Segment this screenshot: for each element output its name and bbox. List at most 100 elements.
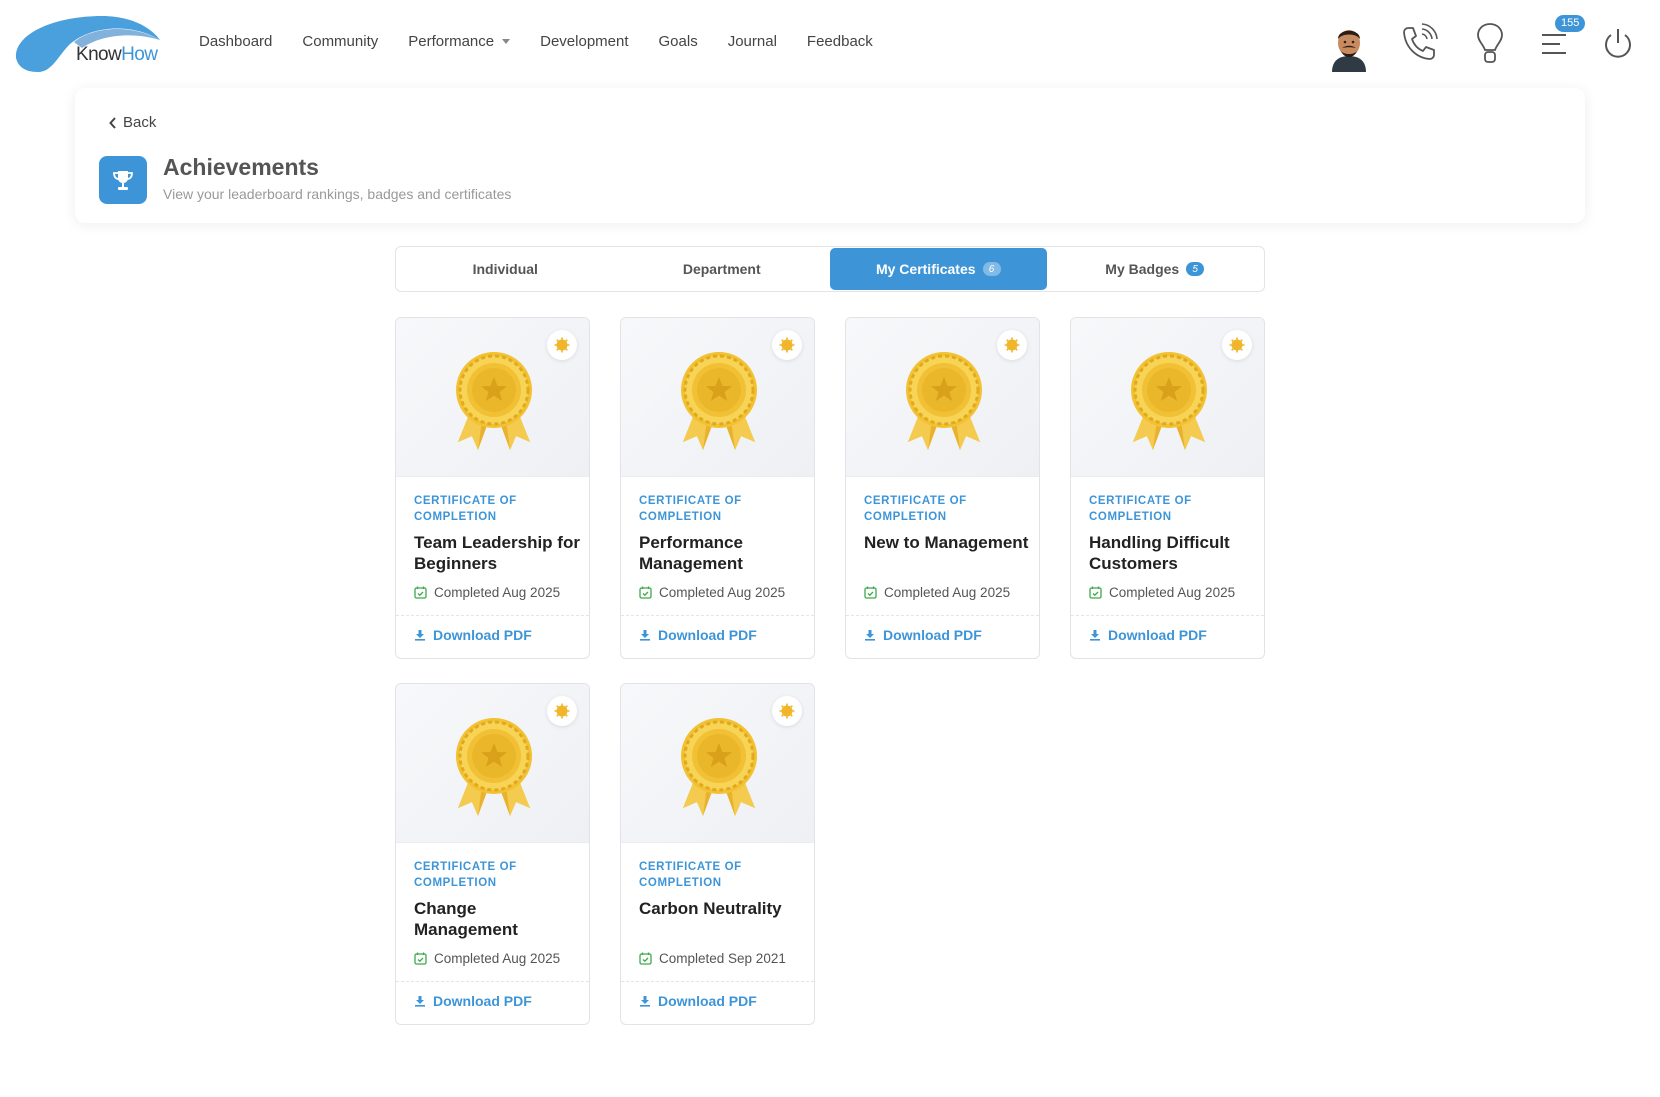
chevron-down-icon	[502, 39, 511, 44]
knowhow-logo[interactable]: KnowHow	[14, 14, 160, 74]
download-pdf-label: Download PDF	[433, 627, 532, 643]
completion-date: Completed Aug 2025	[414, 951, 560, 966]
certificate-thumbnail	[396, 684, 589, 843]
verified-seal-icon	[772, 696, 802, 726]
download-icon	[415, 996, 425, 1007]
tab-my-badges[interactable]: My Badges 5	[1047, 248, 1264, 290]
certificate-title: Team Leadership for Beginners	[414, 533, 580, 573]
certificate-type: Certificate of Completion	[639, 495, 742, 523]
tab-individual[interactable]: Individual	[397, 248, 614, 290]
certificate-type: Certificate of Completion	[864, 495, 967, 523]
download-pdf-label: Download PDF	[658, 993, 757, 1009]
achievement-tabs: Individual Department My Certificates 6 …	[395, 246, 1265, 292]
card-divider	[621, 615, 814, 616]
calendar-check-icon	[1089, 586, 1102, 599]
certificate-card: Certificate of Completion Team Leadershi…	[395, 317, 590, 659]
card-divider	[846, 615, 1039, 616]
tab-my-certificates[interactable]: My Certificates 6	[830, 248, 1047, 290]
logo-wordmark: KnowHow	[76, 44, 158, 65]
download-pdf-button[interactable]: Download PDF	[639, 627, 757, 643]
tab-label: Department	[682, 261, 761, 277]
phone-icon[interactable]	[1400, 22, 1438, 62]
certificate-type: Certificate of Completion	[414, 861, 517, 889]
download-icon	[865, 630, 875, 641]
completion-date: Completed Sep 2021	[639, 951, 786, 966]
notification-count-badge: 155	[1555, 15, 1586, 32]
completion-date-text: Completed Aug 2025	[434, 585, 561, 600]
completion-date-text: Completed Aug 2025	[884, 585, 1011, 600]
download-icon	[415, 630, 425, 641]
download-pdf-button[interactable]: Download PDF	[414, 627, 532, 643]
main-nav: Dashboard Community Performance Developm…	[199, 33, 873, 50]
card-divider	[396, 615, 589, 616]
download-pdf-button[interactable]: Download PDF	[639, 993, 757, 1009]
page-subtitle: View your leaderboard rankings, badges a…	[163, 186, 512, 202]
medal-icon	[681, 352, 757, 450]
download-pdf-label: Download PDF	[883, 627, 982, 643]
nav-goals[interactable]: Goals	[659, 33, 698, 50]
nav-development[interactable]: Development	[540, 33, 628, 50]
calendar-check-icon	[414, 586, 427, 599]
page-title: Achievements	[163, 154, 319, 180]
download-pdf-button[interactable]: Download PDF	[1089, 627, 1207, 643]
calendar-check-icon	[639, 952, 652, 965]
download-pdf-button[interactable]: Download PDF	[864, 627, 982, 643]
calendar-check-icon	[639, 586, 652, 599]
certificate-title: New to Management	[864, 533, 1029, 552]
download-pdf-label: Download PDF	[1108, 627, 1207, 643]
card-divider	[396, 981, 589, 982]
download-pdf-label: Download PDF	[658, 627, 757, 643]
nav-performance-label: Performance	[408, 33, 495, 50]
certificate-title: Handling Difficult Customers	[1089, 533, 1230, 573]
page-header-card: Back Achievements View your leaderboard …	[75, 88, 1585, 223]
download-icon	[640, 996, 650, 1007]
certificate-type: Certificate of Completion	[1089, 495, 1192, 523]
tab-count-badge: 6	[982, 262, 1001, 276]
medal-icon	[906, 352, 982, 450]
tab-label: Individual	[472, 261, 538, 277]
certificate-thumbnail	[621, 318, 814, 477]
completion-date: Completed Aug 2025	[864, 585, 1010, 600]
tab-department[interactable]: Department	[614, 248, 831, 290]
tab-label: My Certificates	[875, 261, 976, 277]
completion-date: Completed Aug 2025	[414, 585, 560, 600]
verified-seal-icon	[997, 330, 1027, 360]
avatar[interactable]	[1328, 22, 1370, 72]
nav-performance[interactable]: Performance	[408, 33, 511, 50]
certificate-thumbnail	[396, 318, 589, 477]
download-icon	[640, 630, 650, 641]
download-pdf-label: Download PDF	[433, 993, 532, 1009]
completion-date: Completed Aug 2025	[1089, 585, 1235, 600]
nav-feedback[interactable]: Feedback	[807, 33, 873, 50]
completion-date: Completed Aug 2025	[639, 585, 785, 600]
card-divider	[621, 981, 814, 982]
medal-icon	[681, 718, 757, 816]
tab-label: My Badges	[1105, 261, 1180, 277]
download-icon	[1090, 630, 1100, 641]
verified-seal-icon	[772, 330, 802, 360]
menu-icon[interactable]	[1541, 33, 1567, 55]
calendar-check-icon	[864, 586, 877, 599]
medal-icon	[1131, 352, 1207, 450]
power-icon[interactable]	[1603, 27, 1633, 61]
verified-seal-icon	[547, 696, 577, 726]
certificate-title: Carbon Neutrality	[639, 899, 782, 918]
completion-date-text: Completed Aug 2025	[659, 585, 786, 600]
lightbulb-icon[interactable]	[1475, 22, 1505, 66]
card-divider	[1071, 615, 1264, 616]
certificate-card: Certificate of Completion Performance Ma…	[620, 317, 815, 659]
download-pdf-button[interactable]: Download PDF	[414, 993, 532, 1009]
certificate-card: Certificate of Completion Change Managem…	[395, 683, 590, 1025]
certificate-card: Certificate of Completion Carbon Neutral…	[620, 683, 815, 1025]
chevron-left-icon	[109, 116, 116, 129]
verified-seal-icon	[1222, 330, 1252, 360]
certificate-title: Change Management	[414, 899, 518, 939]
certificate-type: Certificate of Completion	[639, 861, 742, 889]
nav-dashboard[interactable]: Dashboard	[199, 33, 272, 50]
nav-journal[interactable]: Journal	[728, 33, 777, 50]
back-button[interactable]: Back	[109, 114, 156, 131]
tab-count-badge: 5	[1186, 262, 1205, 276]
nav-community[interactable]: Community	[302, 33, 378, 50]
certificate-thumbnail	[846, 318, 1039, 477]
certificate-card: Certificate of Completion Handling Diffi…	[1070, 317, 1265, 659]
